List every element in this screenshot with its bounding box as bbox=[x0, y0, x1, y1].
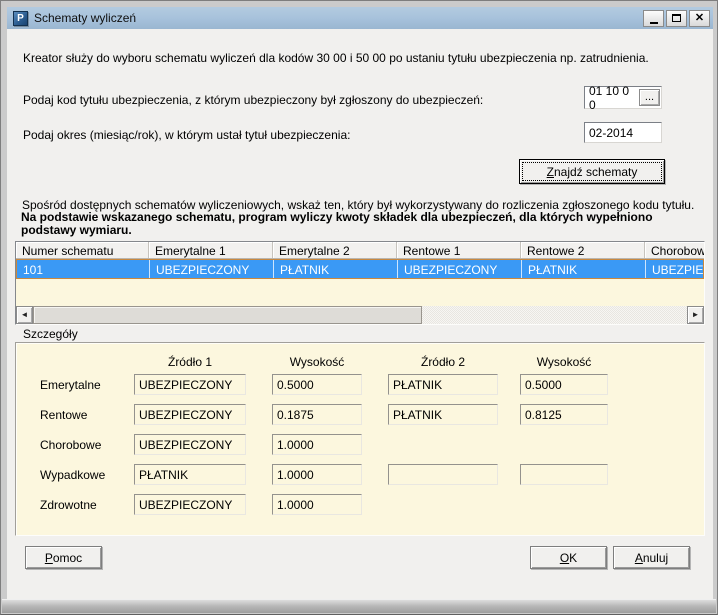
maximize-icon bbox=[672, 14, 681, 22]
scheme-cell-6: UBEZPIECZONY bbox=[646, 260, 704, 278]
window-title: Schematy wyliczeń bbox=[34, 11, 136, 25]
details-rentowe-zrodlo1-field[interactable]: UBEZPIECZONY bbox=[134, 404, 246, 425]
details-wypadkowe-wysokosc2-field[interactable] bbox=[520, 464, 608, 485]
selected-scheme-row[interactable]: 101UBEZPIECZONYPŁATNIKUBEZPIECZONYPŁATNI… bbox=[16, 259, 704, 279]
scheme-cell-3: PŁATNIK bbox=[274, 260, 398, 278]
minimize-icon bbox=[650, 22, 658, 24]
details-emerytalne-wysokosc2-field[interactable]: 0.5000 bbox=[520, 374, 608, 395]
scheme-cell-1: 101 bbox=[17, 260, 150, 278]
details-row-label-rentowe: Rentowe bbox=[40, 408, 87, 422]
minimize-button[interactable] bbox=[643, 10, 664, 27]
period-value: 02-2014 bbox=[589, 126, 633, 140]
column-header-5[interactable]: Rentowe 2 bbox=[521, 242, 645, 258]
details-header-2: Wysokość bbox=[272, 355, 362, 369]
column-header-2[interactable]: Emerytalne 1 bbox=[149, 242, 273, 258]
dialog-window: P Schematy wyliczeń ✕ Kreator służy do w… bbox=[0, 0, 718, 615]
close-button[interactable]: ✕ bbox=[689, 10, 710, 27]
details-header-1: Źródło 1 bbox=[134, 355, 246, 369]
details-chorobowe-zrodlo1-field[interactable]: UBEZPIECZONY bbox=[134, 434, 246, 455]
details-row-label-zdrowotne: Zdrowotne bbox=[40, 498, 97, 512]
scheme-cell-4: UBEZPIECZONY bbox=[398, 260, 522, 278]
period-label: Podaj okres (miesiąc/rok), w którym usta… bbox=[23, 128, 350, 142]
details-row-label-wypadkowe: Wypadkowe bbox=[40, 468, 105, 482]
scroll-left-arrow[interactable]: ◄ bbox=[16, 306, 33, 324]
details-zdrowotne-zrodlo1-field[interactable]: UBEZPIECZONY bbox=[134, 494, 246, 515]
scheme-cell-2: UBEZPIECZONY bbox=[150, 260, 274, 278]
details-zdrowotne-wysokosc1-field[interactable]: 1.0000 bbox=[272, 494, 362, 515]
maximize-button[interactable] bbox=[666, 10, 687, 27]
period-field[interactable]: 02-2014 bbox=[584, 122, 662, 143]
browse-code-button[interactable]: ... bbox=[639, 89, 660, 106]
details-wypadkowe-zrodlo1-field[interactable]: PŁATNIK bbox=[134, 464, 246, 485]
column-header-4[interactable]: Rentowe 1 bbox=[397, 242, 521, 258]
scheme-cell-5: PŁATNIK bbox=[522, 260, 646, 278]
details-emerytalne-wysokosc1-field[interactable]: 0.5000 bbox=[272, 374, 362, 395]
ok-button[interactable]: OK bbox=[530, 546, 607, 569]
details-title: Szczegóły bbox=[23, 327, 78, 341]
details-rentowe-wysokosc1-field[interactable]: 0.1875 bbox=[272, 404, 362, 425]
intro-text: Kreator służy do wyboru schematu wylicze… bbox=[23, 51, 649, 65]
horizontal-scrollbar[interactable]: ◄ ► bbox=[16, 306, 704, 324]
details-header-4: Wysokość bbox=[520, 355, 608, 369]
window-controls: ✕ bbox=[643, 10, 710, 27]
details-section: Źródło 1 Wysokość Źródło 2 Wysokość Emeryta… bbox=[15, 342, 705, 536]
find-schemes-button[interactable]: Znajdź schematy bbox=[519, 159, 665, 184]
details-row-label-chorobowe: Chorobowe bbox=[40, 438, 101, 452]
insurance-code-label: Podaj kod tytułu ubezpieczenia, z którym… bbox=[23, 93, 483, 107]
details-rentowe-zrodlo2-field[interactable]: PŁATNIK bbox=[388, 404, 498, 425]
help-button[interactable]: Pomoc bbox=[25, 546, 102, 569]
insurance-code-value: 01 10 0 0 bbox=[589, 84, 639, 112]
details-rentowe-wysokosc2-field[interactable]: 0.8125 bbox=[520, 404, 608, 425]
scroll-thumb[interactable] bbox=[33, 306, 422, 324]
details-header-3: Źródło 2 bbox=[388, 355, 498, 369]
details-wypadkowe-wysokosc1-field[interactable]: 1.0000 bbox=[272, 464, 362, 485]
app-icon: P bbox=[13, 11, 28, 26]
column-header-1[interactable]: Numer schematu bbox=[16, 242, 149, 258]
close-icon: ✕ bbox=[695, 13, 704, 24]
cancel-button[interactable]: Anuluj bbox=[613, 546, 690, 569]
bottom-resize-bar bbox=[2, 599, 716, 613]
details-emerytalne-zrodlo1-field[interactable]: UBEZPIECZONY bbox=[134, 374, 246, 395]
scroll-right-arrow[interactable]: ► bbox=[687, 306, 704, 324]
dialog-client-area: Kreator służy do wyboru schematu wylicze… bbox=[7, 29, 713, 600]
column-header-6[interactable]: Chorobowe bbox=[645, 242, 704, 258]
hint-bold-text: Na podstawie wskazanego schematu, progra… bbox=[21, 211, 707, 237]
details-emerytalne-zrodlo2-field[interactable]: PŁATNIK bbox=[388, 374, 498, 395]
insurance-code-field[interactable]: 01 10 0 0 ... bbox=[584, 86, 662, 109]
column-header-3[interactable]: Emerytalne 2 bbox=[273, 242, 397, 258]
details-wypadkowe-zrodlo2-field[interactable] bbox=[388, 464, 498, 485]
details-row-label-emerytalne: Emerytalne bbox=[40, 378, 101, 392]
schemes-table-empty-area[interactable] bbox=[16, 279, 704, 307]
schemes-table: Numer schematuEmerytalne 1Emerytalne 2Re… bbox=[15, 241, 705, 325]
schemes-table-header: Numer schematuEmerytalne 1Emerytalne 2Re… bbox=[16, 242, 704, 259]
titlebar: P Schematy wyliczeń ✕ bbox=[7, 7, 713, 29]
details-chorobowe-wysokosc1-field[interactable]: 1.0000 bbox=[272, 434, 362, 455]
